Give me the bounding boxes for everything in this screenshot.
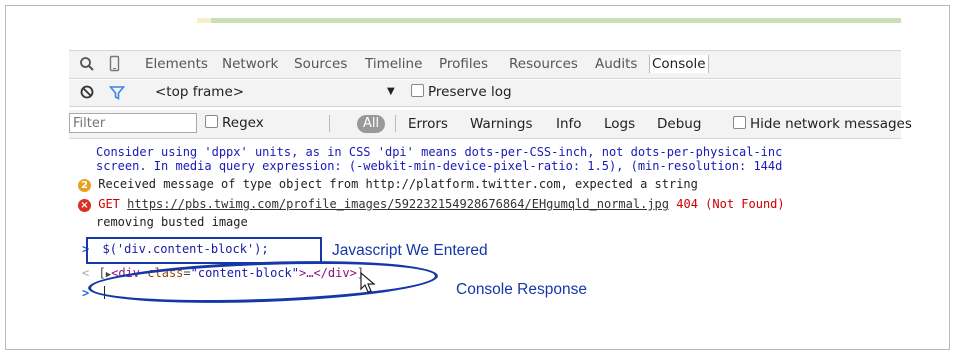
level-warnings[interactable]: Warnings (470, 116, 533, 132)
warning-count-badge: 2 (78, 179, 91, 192)
mouse-pointer-icon (360, 271, 376, 299)
progress-bar-yellow (197, 18, 211, 23)
filter-separator-2 (395, 115, 396, 132)
tab-network[interactable]: Network (222, 56, 278, 72)
tab-audits[interactable]: Audits (595, 56, 637, 72)
hide-network-checkbox[interactable]: Hide network messages (733, 116, 912, 132)
removing-message: removing busted image (96, 215, 248, 229)
level-logs[interactable]: Logs (604, 116, 635, 132)
regex-label: Regex (222, 115, 264, 131)
filter-bar: Regex All Errors Warnings Info Logs Debu… (69, 110, 912, 139)
warning-message: 2 Received message of type object from h… (78, 177, 698, 192)
dropdown-arrow-icon[interactable]: ▼ (387, 86, 395, 97)
preserve-log-label: Preserve log (428, 84, 512, 100)
deprecation-line-1: Consider using 'dppx' units, as in CSS '… (96, 145, 783, 159)
error-url-link[interactable]: https://pbs.twimg.com/profile_images/592… (127, 197, 669, 211)
tab-elements[interactable]: Elements (145, 56, 208, 72)
level-debug[interactable]: Debug (657, 116, 701, 132)
tab-sources[interactable]: Sources (294, 56, 347, 72)
error-message: × GET https://pbs.twimg.com/profile_imag… (78, 197, 785, 212)
preserve-log-checkbox-box[interactable] (411, 84, 424, 97)
level-all[interactable]: All (357, 115, 386, 133)
output-annotation-label: Console Response (456, 281, 587, 298)
device-icon[interactable] (109, 55, 121, 77)
filter-input[interactable] (69, 113, 197, 133)
input-annotation-box (86, 237, 322, 264)
frame-select[interactable]: <top frame> (155, 84, 244, 100)
regex-checkbox[interactable]: Regex (205, 115, 264, 131)
filter-icon[interactable] (108, 85, 126, 105)
progress-bar-green (211, 18, 901, 23)
console-toolbar: <top frame> ▼ Preserve log (69, 80, 901, 107)
tab-console[interactable]: Console (649, 55, 709, 73)
tab-profiles[interactable]: Profiles (439, 56, 488, 72)
input-annotation-label: Javascript We Entered (332, 242, 488, 259)
regex-checkbox-box[interactable] (205, 115, 218, 128)
warning-text: Received message of type object from htt… (98, 177, 698, 191)
devtools-tab-bar: Elements Network Sources Timeline Profil… (69, 50, 901, 79)
preserve-log-checkbox[interactable]: Preserve log (411, 84, 512, 100)
hide-network-label: Hide network messages (750, 116, 912, 132)
clear-icon[interactable] (79, 84, 95, 104)
search-icon[interactable] (79, 55, 95, 77)
error-icon: × (78, 199, 91, 212)
tab-timeline[interactable]: Timeline (365, 56, 422, 72)
level-info[interactable]: Info (556, 116, 582, 132)
output-prompt: < (82, 266, 90, 280)
error-method: GET (98, 197, 120, 211)
error-status: 404 (Not Found) (676, 197, 785, 211)
level-errors[interactable]: Errors (408, 116, 448, 132)
filter-separator-1 (329, 115, 330, 132)
tab-resources[interactable]: Resources (509, 56, 578, 72)
deprecation-line-2: screen. In media query expression: (-web… (96, 159, 783, 173)
hide-network-checkbox-box[interactable] (733, 116, 746, 129)
